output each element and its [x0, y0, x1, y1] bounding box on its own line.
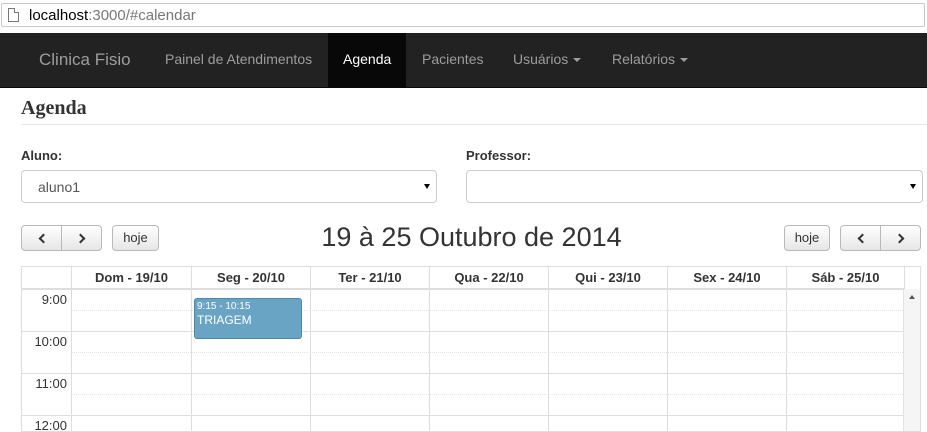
aluno-select-value: aluno1 — [38, 179, 81, 195]
prev-week-button-right[interactable] — [840, 225, 881, 251]
dropdown-arrow-icon — [910, 184, 916, 189]
hour-line — [22, 331, 905, 332]
half-hour-line — [71, 352, 905, 353]
time-column-header — [22, 267, 71, 289]
url-field[interactable]: localhost:3000/#calendar — [1, 3, 925, 27]
url-host: localhost — [29, 7, 89, 24]
week-calendar: Dom - 19/10 Seg - 20/10 Ter - 21/10 Qua … — [21, 266, 921, 432]
top-navbar: Clinica Fisio Painel de Atendimentos Age… — [0, 33, 927, 88]
nav-agenda[interactable]: Agenda — [328, 33, 407, 88]
chevron-right-icon — [894, 233, 904, 244]
aluno-select[interactable]: aluno1 — [21, 170, 437, 203]
nav-label: Agenda — [343, 51, 392, 67]
calendar-event[interactable]: 9:15 - 10:15 TRIAGEM — [194, 298, 302, 339]
day-header: Sex - 24/10 — [667, 267, 786, 289]
professor-label: Professor: — [466, 148, 532, 163]
nav-label: Relatórios — [612, 51, 676, 67]
day-header: Qui - 23/10 — [548, 267, 667, 289]
nav-usuarios-dropdown[interactable]: Usuários — [498, 33, 596, 88]
scroll-up-arrow-icon[interactable] — [909, 295, 915, 299]
hour-label: 11:00 — [35, 376, 67, 391]
caret-down-icon — [573, 58, 582, 63]
nav-label: Usuários — [513, 51, 569, 67]
hour-label: 10:00 — [34, 334, 67, 349]
half-hour-line — [71, 394, 905, 395]
dropdown-arrow-icon — [424, 184, 430, 189]
nav-painel-atendimentos[interactable]: Painel de Atendimentos — [150, 33, 327, 88]
caret-down-icon — [680, 58, 689, 63]
url-text: localhost:3000/#calendar — [29, 7, 196, 24]
page-icon — [8, 8, 19, 22]
hour-label: 12:00 — [34, 418, 67, 432]
hour-line — [22, 289, 905, 290]
nav-label: Pacientes — [422, 51, 484, 67]
professor-select[interactable] — [466, 170, 923, 203]
brand-link[interactable]: Clinica Fisio — [39, 50, 131, 70]
nav-label: Painel de Atendimentos — [165, 51, 313, 67]
chevron-left-icon — [857, 233, 867, 244]
nav-pacientes[interactable]: Pacientes — [407, 33, 498, 88]
today-button-right[interactable]: hoje — [784, 225, 830, 251]
hour-line — [22, 373, 905, 374]
event-time: 9:15 - 10:15 — [197, 301, 251, 312]
aluno-label: Aluno: — [21, 148, 63, 163]
browser-address-bar: localhost:3000/#calendar — [0, 0, 927, 33]
hour-line — [22, 415, 905, 416]
day-header: Qua - 22/10 — [429, 267, 548, 289]
event-title: TRIAGEM — [197, 313, 252, 327]
day-header: Ter - 21/10 — [310, 267, 429, 289]
url-rest: :3000/#calendar — [88, 7, 196, 24]
day-header: Sáb - 25/10 — [786, 267, 905, 289]
title-divider — [21, 124, 927, 125]
day-header: Seg - 20/10 — [191, 267, 310, 289]
hour-label: 9:00 — [41, 292, 67, 307]
day-header: Dom - 19/10 — [71, 267, 191, 289]
next-week-button-right[interactable] — [881, 225, 921, 251]
nav-relatorios-dropdown[interactable]: Relatórios — [597, 33, 703, 88]
page-title: Agenda — [21, 97, 87, 119]
calendar-scrollbar[interactable] — [903, 289, 920, 431]
